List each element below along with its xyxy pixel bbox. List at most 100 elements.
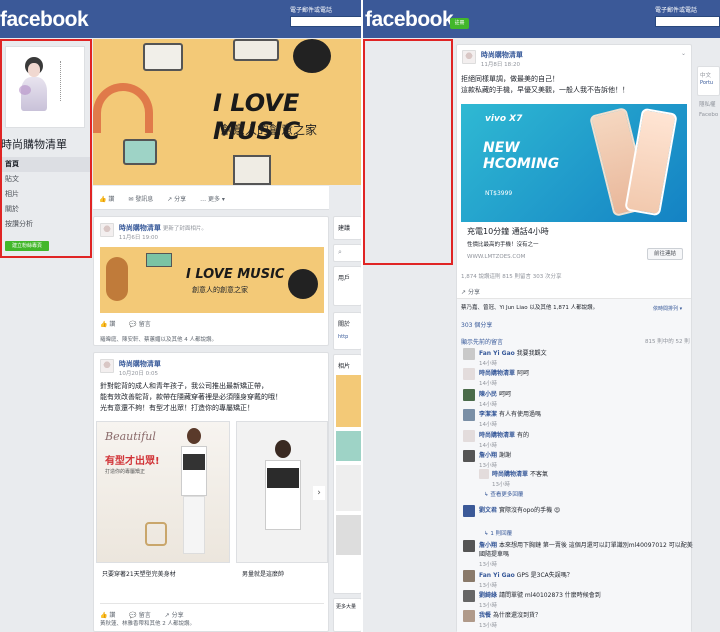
comment-author[interactable]: 時尚購物清單: [479, 432, 515, 439]
phone-brand: vivo X7: [485, 114, 523, 124]
comment-time[interactable]: 13小時: [479, 601, 693, 609]
comment-author[interactable]: 時尚購物清單: [492, 471, 528, 478]
ad-image[interactable]: vivo X7 NEW HCOMING NT$3999: [461, 104, 687, 222]
avatar[interactable]: [463, 570, 475, 582]
avatar[interactable]: [463, 505, 475, 517]
comment-author[interactable]: Fan Yi Gao: [479, 572, 515, 579]
sort-link[interactable]: 依時間排列 ▾: [653, 305, 682, 312]
post-header: 時尚購物清單 10月20日 0:05: [100, 359, 320, 377]
language-link[interactable]: Portu: [698, 79, 719, 87]
post-author[interactable]: 時尚購物清單: [119, 360, 161, 368]
comment-author[interactable]: 我餐: [479, 612, 491, 619]
share-button[interactable]: ↗ 分享: [165, 610, 184, 619]
shares-link[interactable]: 303 個分享: [461, 320, 492, 329]
product-image-2[interactable]: ›: [236, 421, 328, 563]
avatar[interactable]: [100, 223, 114, 237]
avatar[interactable]: [463, 389, 475, 401]
post-banner-image[interactable]: I LOVE MUSIC 創意人的創意之家: [100, 247, 324, 313]
more-button[interactable]: … 更多 ▾: [200, 194, 225, 203]
message-button[interactable]: ✉ 發訊息: [128, 194, 153, 203]
ad-link-button[interactable]: 前往連結: [647, 248, 683, 260]
avatar[interactable]: [463, 348, 475, 360]
phone-price: NT$3999: [485, 190, 513, 197]
comment-button[interactable]: 💬 留言: [129, 610, 150, 619]
avatar[interactable]: [479, 469, 489, 479]
comment-author[interactable]: 詹小翔: [479, 542, 497, 549]
avatar[interactable]: [462, 50, 476, 64]
comment-author[interactable]: 劉文君: [479, 507, 497, 514]
avatar[interactable]: [463, 610, 475, 622]
language-box: 中文 Portu: [697, 66, 720, 96]
language-link[interactable]: 中文: [698, 67, 719, 79]
like-button[interactable]: 👍 讚: [100, 319, 115, 328]
facebook-logo[interactable]: facebook: [365, 8, 454, 32]
post-reactions[interactable]: 羅暐庭、陳安軒、蔡蕙媚以及其他 4 人都說讚。: [100, 335, 217, 343]
comment-time[interactable]: 14小時: [479, 400, 693, 408]
avatar[interactable]: [463, 409, 475, 421]
privacy-link[interactable]: 隱私權: [699, 100, 716, 108]
engagement-counts[interactable]: 1,874 說讚這則 815 則留言 303 次分享: [461, 272, 561, 280]
comment-author[interactable]: 劉綺綠: [479, 592, 497, 599]
post-reactions[interactable]: 黃秋蓮、林雅香帶和其他 2 人都說讚。: [100, 619, 195, 627]
sidebar-photo[interactable]: [336, 465, 361, 511]
comment-author[interactable]: 陳小民: [479, 391, 497, 398]
post-author[interactable]: 時尚購物清單: [481, 51, 523, 59]
comment-time[interactable]: 14小時: [479, 359, 693, 367]
avatar[interactable]: [463, 368, 475, 380]
comment-time[interactable]: 13小時: [479, 560, 693, 568]
like-button[interactable]: 👍 讚: [99, 194, 114, 203]
avatar[interactable]: [100, 359, 114, 373]
comment-time[interactable]: 14小時: [479, 420, 693, 428]
product-image-1[interactable]: Beautiful 有型才出眾! 打造你的專屬矯正: [96, 421, 230, 563]
top-bar: facebook 註冊 電子郵件或電話: [363, 0, 720, 38]
post-time[interactable]: 10月20日 0:05: [119, 371, 158, 377]
comment-count: 815 則中的 52 則: [645, 339, 690, 345]
email-field[interactable]: [655, 16, 720, 27]
comment-time[interactable]: 13小時: [479, 621, 693, 629]
sidebar-photo[interactable]: [336, 375, 361, 427]
share-button[interactable]: ↗ 分享: [167, 194, 186, 203]
comment-button[interactable]: 💬 留言: [129, 319, 150, 328]
likers-text[interactable]: 蔡乃嘉、曾冠、Yi Jun Liao 以及其他 1,871 人都說讚。: [461, 303, 598, 311]
comment-time[interactable]: 14小時: [479, 441, 693, 449]
reply-count-link[interactable]: ↳ 1 則回覆: [484, 529, 512, 537]
ad-url[interactable]: WWW.LMTZOES.COM: [467, 254, 525, 260]
post-time[interactable]: 11月6日 19:00: [119, 235, 158, 241]
chevron-right-icon[interactable]: ›: [313, 486, 325, 500]
post-time[interactable]: 11月8日 18:20: [481, 62, 520, 68]
sidebar-search[interactable]: ⌕: [333, 244, 362, 262]
avatar[interactable]: [463, 590, 475, 602]
sidebar-box-label: 更多大量: [336, 604, 357, 610]
comment: 我餐 為什麼還沒到貨？ 13小時: [463, 610, 693, 630]
email-field[interactable]: [290, 16, 362, 27]
comment-time[interactable]: 14小時: [479, 379, 693, 387]
comment-author[interactable]: 李潔潔: [479, 411, 497, 418]
caption-1[interactable]: 只要穿著21天塑型完美身材: [102, 569, 176, 580]
signup-button[interactable]: 註冊: [450, 18, 469, 29]
avatar[interactable]: [463, 540, 475, 552]
sidebar-link[interactable]: http: [334, 334, 361, 340]
avatar[interactable]: [463, 450, 475, 462]
comment-author[interactable]: Fan Yi Gao: [479, 350, 515, 357]
right-screenshot: facebook 註冊 電子郵件或電話 時尚購物清單 11月8日 18:20 ⌄…: [363, 0, 720, 632]
more-replies-link[interactable]: ↳ 查看更多回覆: [484, 490, 523, 498]
comment-time[interactable]: 13小時: [479, 461, 693, 469]
like-button[interactable]: 👍 讚: [100, 610, 115, 619]
sidebar-photo[interactable]: [336, 431, 361, 461]
ad-title[interactable]: 充電10分鐘 通話4小時: [467, 226, 549, 237]
chevron-down-icon[interactable]: ⌄: [681, 50, 686, 57]
avatar[interactable]: [463, 430, 475, 442]
share-button[interactable]: ↗ 分享: [461, 287, 480, 296]
comment-author[interactable]: 詹小翔: [479, 452, 497, 459]
comment-author[interactable]: 時尚購物清單: [479, 370, 515, 377]
comment-text: GPS 是3CA失誤嗎？: [516, 572, 573, 579]
previous-comments-link[interactable]: 顯示先前的留言: [461, 337, 503, 346]
facebook-logo[interactable]: facebook: [0, 8, 89, 32]
cover-photo[interactable]: I LOVE MUSIC 創意人的創意之家: [93, 39, 362, 185]
sidebar-photo[interactable]: [336, 515, 361, 555]
comment-time[interactable]: 13小時: [479, 581, 693, 589]
comment-time[interactable]: 13小時: [492, 480, 706, 488]
post-author[interactable]: 時尚購物清單: [119, 224, 161, 232]
caption-2[interactable]: 男量就是這麼帥: [242, 569, 284, 580]
image-headline: 有型才出眾!: [105, 456, 160, 467]
